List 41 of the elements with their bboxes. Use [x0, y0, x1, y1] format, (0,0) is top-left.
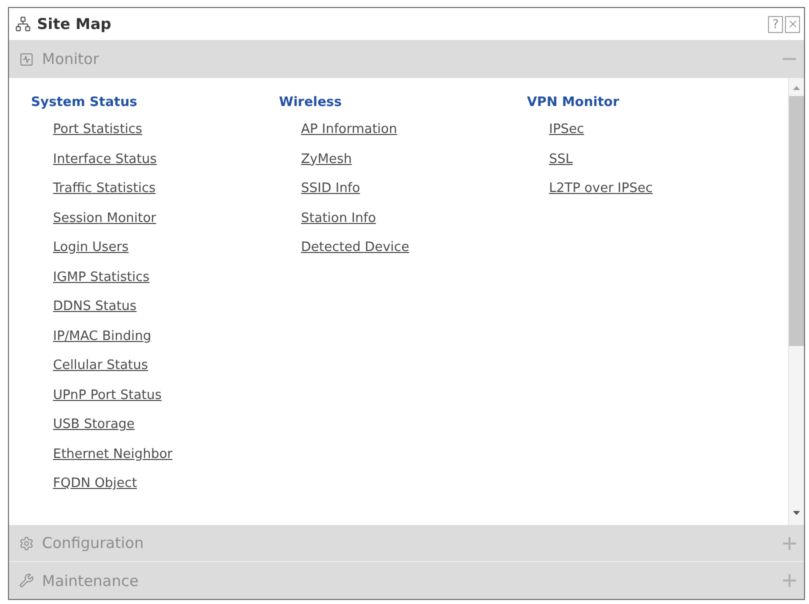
pulse-monitor-icon	[19, 52, 34, 66]
scrollbar-track[interactable]	[788, 78, 804, 525]
scroll-thumb[interactable]	[789, 96, 804, 346]
page-link[interactable]: IPSec	[549, 122, 584, 138]
page-link[interactable]: Detected Device	[301, 240, 410, 256]
page-link[interactable]: IP/MAC Binding	[53, 328, 152, 344]
section-title: Monitor	[42, 50, 100, 68]
window-title: Site Map	[37, 15, 112, 33]
close-icon	[786, 18, 798, 30]
scroll-down-icon[interactable]	[793, 511, 800, 515]
page-link[interactable]: Login Users	[53, 240, 129, 256]
page-link[interactable]: Traffic Statistics	[53, 181, 156, 197]
page-link[interactable]: AP Information	[301, 122, 398, 138]
plus-icon[interactable]	[783, 536, 796, 550]
page-link[interactable]: SSL	[549, 152, 573, 168]
page-link[interactable]: Ethernet Neighbor	[53, 446, 173, 462]
page-link[interactable]: UPnP Port Status	[53, 388, 162, 404]
page-link[interactable]: Session Monitor	[53, 210, 156, 226]
section-title: Configuration	[42, 534, 145, 552]
page-link[interactable]: SSID Info	[301, 181, 360, 197]
group-heading: VPN Monitor	[527, 95, 620, 111]
page-link[interactable]: USB Storage	[53, 417, 135, 433]
page-link[interactable]: IGMP Statistics	[53, 270, 150, 286]
page-link[interactable]: DDNS Status	[53, 299, 137, 315]
page-link[interactable]: Interface Status	[53, 152, 157, 168]
page-link[interactable]: ZyMesh	[301, 152, 352, 168]
plus-icon[interactable]	[783, 574, 796, 587]
hierarchy-icon	[15, 16, 31, 32]
scroll-up-icon[interactable]	[793, 86, 800, 90]
minus-icon[interactable]	[783, 58, 796, 60]
page-link[interactable]: L2TP over IPSec	[549, 181, 653, 197]
group-heading: System Status	[31, 95, 138, 111]
wrench-icon	[19, 573, 34, 588]
page-link[interactable]: Cellular Status	[53, 358, 148, 374]
group-heading: Wireless	[279, 95, 342, 111]
page-link[interactable]: Port Statistics	[53, 122, 142, 138]
page-link[interactable]: FQDN Object	[53, 476, 137, 492]
gear-icon	[19, 536, 34, 550]
page-link[interactable]: Station Info	[301, 210, 376, 226]
close-button[interactable]	[785, 16, 800, 32]
section-title: Maintenance	[42, 572, 140, 590]
